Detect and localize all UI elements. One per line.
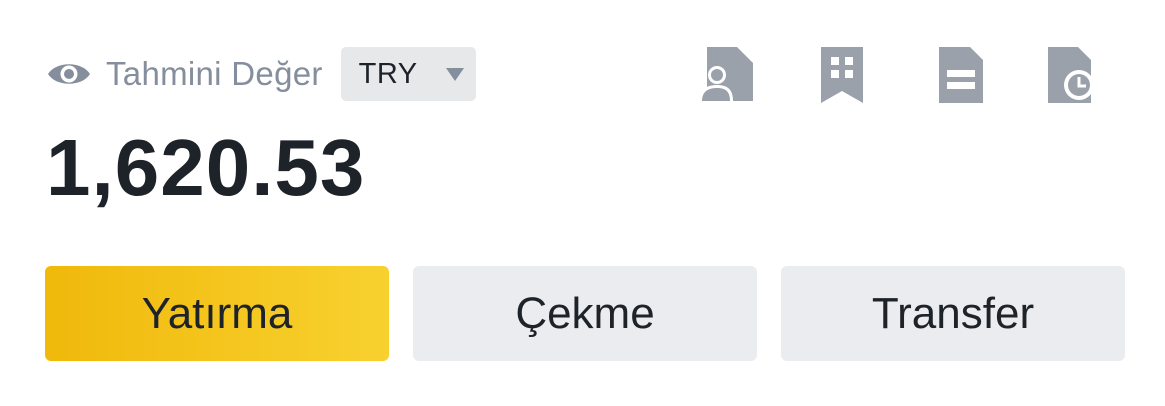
balance-amount: 1,620.53 — [46, 123, 366, 212]
transfer-button[interactable]: Transfer — [781, 266, 1125, 361]
eye-icon[interactable] — [46, 59, 92, 89]
currency-value: TRY — [358, 57, 418, 90]
document-icon[interactable] — [932, 45, 990, 103]
deposit-button[interactable]: Yatırma — [45, 266, 389, 361]
estimated-value-label: Tahmini Değer — [106, 55, 323, 92]
balance-header: Tahmini Değer TRY — [46, 46, 476, 102]
chevron-down-icon — [445, 67, 464, 81]
user-document-icon[interactable] — [697, 45, 755, 103]
withdraw-button[interactable]: Çekme — [413, 266, 757, 361]
building-bookmark-icon[interactable] — [814, 45, 872, 103]
currency-select[interactable]: TRY — [340, 47, 476, 101]
document-history-icon[interactable] — [1046, 45, 1104, 103]
